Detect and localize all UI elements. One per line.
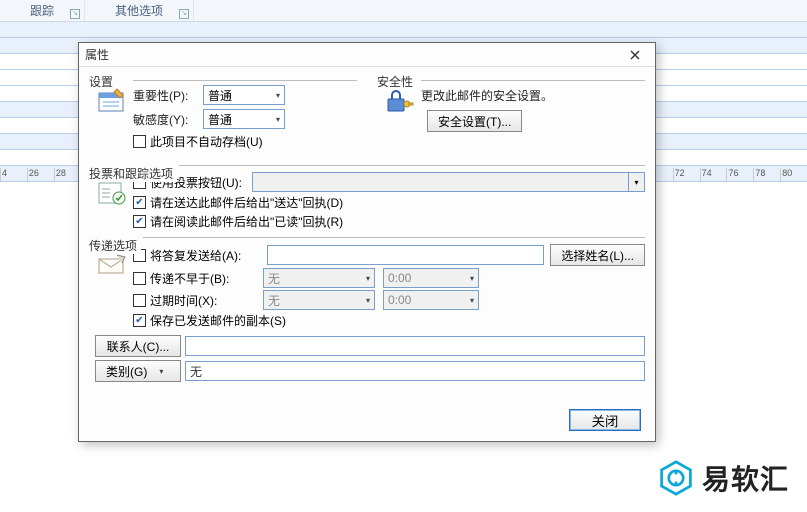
expires-date-select[interactable]: 无▾ <box>263 290 375 310</box>
delivery-receipt-label: 请在送达此邮件后给出"送达"回执(D) <box>150 194 343 211</box>
close-icon[interactable] <box>621 45 649 65</box>
dialog-titlebar: 属性 <box>79 43 655 67</box>
properties-dialog: 属性 设置 重要性(P): 普通▾ 敏感度(Y): 普通▾ <box>78 42 656 442</box>
security-icon <box>385 87 415 115</box>
watermark-logo: 易软汇 <box>658 458 789 498</box>
not-before-label: 传递不早于(B): <box>150 270 229 287</box>
voting-dropdown-icon[interactable]: ▾ <box>629 172 645 192</box>
no-autoarchive-label: 此项目不自动存档(U) <box>150 133 263 150</box>
ribbon-group-track[interactable]: 跟踪 ↘ <box>0 0 85 21</box>
security-desc: 更改此邮件的安全设置。 <box>421 87 645 104</box>
not-before-date-select[interactable]: 无▾ <box>263 268 375 288</box>
watermark-text: 易软汇 <box>702 458 789 498</box>
ribbon-group-other[interactable]: 其他选项 ↘ <box>85 0 194 21</box>
close-button[interactable]: 关闭 <box>569 409 641 431</box>
contacts-input[interactable] <box>185 336 645 356</box>
not-before-checkbox[interactable] <box>133 272 146 285</box>
save-copy-checkbox[interactable] <box>133 314 146 327</box>
no-autoarchive-checkbox[interactable] <box>133 135 146 148</box>
replies-to-label: 将答复发送给(A): <box>150 247 241 264</box>
ribbon: 跟踪 ↘ 其他选项 ↘ <box>0 0 807 22</box>
delivery-receipt-checkbox[interactable] <box>133 196 146 209</box>
sensitivity-select[interactable]: 普通▾ <box>203 109 285 129</box>
importance-select[interactable]: 普通▾ <box>203 85 285 105</box>
dialog-launcher-icon[interactable]: ↘ <box>179 9 189 19</box>
ribbon-group-label: 跟踪 <box>30 2 54 19</box>
not-before-time-select[interactable]: 0:00▾ <box>383 268 479 288</box>
expires-time-select[interactable]: 0:00▾ <box>383 290 479 310</box>
voting-icon <box>97 179 127 207</box>
categories-value: 无 <box>185 361 645 381</box>
contacts-button[interactable]: 联系人(C)... <box>95 335 181 357</box>
read-receipt-checkbox[interactable] <box>133 215 146 228</box>
expires-label: 过期时间(X): <box>150 292 217 309</box>
replies-to-input[interactable] <box>267 245 544 265</box>
dialog-launcher-icon[interactable]: ↘ <box>70 9 80 19</box>
importance-label: 重要性(P): <box>133 87 203 104</box>
voting-options-input[interactable] <box>252 172 629 192</box>
security-settings-button[interactable]: 安全设置(T)... <box>427 110 522 132</box>
save-copy-label: 保存已发送邮件的副本(S) <box>150 312 286 329</box>
delivery-icon <box>97 251 127 279</box>
ribbon-group-label: 其他选项 <box>115 2 163 19</box>
read-receipt-label: 请在阅读此邮件后给出"已读"回执(R) <box>150 213 343 230</box>
expires-checkbox[interactable] <box>133 294 146 307</box>
select-names-button[interactable]: 选择姓名(L)... <box>550 244 645 266</box>
categories-button[interactable]: 类别(G) <box>95 360 181 382</box>
dialog-title: 属性 <box>85 46 109 63</box>
settings-icon <box>97 87 127 115</box>
sensitivity-label: 敏感度(Y): <box>133 111 203 128</box>
